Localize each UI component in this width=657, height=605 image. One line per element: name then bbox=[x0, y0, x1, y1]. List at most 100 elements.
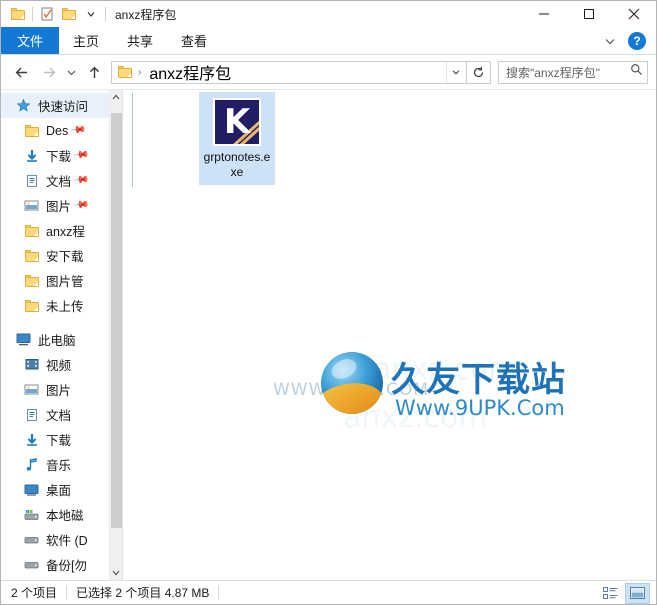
sidebar-item-des[interactable]: Des 📌 bbox=[1, 118, 109, 143]
sidebar-item-label: 图片 bbox=[46, 200, 72, 214]
sidebar-item-anxiazai[interactable]: 安下载 bbox=[1, 243, 109, 268]
sidebar-item-videos[interactable]: 视频 bbox=[1, 352, 109, 377]
folder-icon bbox=[23, 248, 40, 264]
sidebar-item-local-disk[interactable]: 本地磁 bbox=[1, 502, 109, 527]
watermark-ghost-bottom: anxz.com bbox=[343, 400, 488, 435]
recent-locations-chevron-down-icon[interactable] bbox=[61, 59, 81, 85]
title-bar: anxz程序包 bbox=[1, 1, 656, 27]
sidebar-item-drive-d[interactable]: 软件 (D bbox=[1, 527, 109, 552]
sidebar-item-label: 本地磁 bbox=[46, 509, 84, 523]
sidebar-item-drive-backup[interactable]: 备份[勿 bbox=[1, 552, 109, 577]
tab-view[interactable]: 查看 bbox=[167, 27, 221, 54]
sidebar-item-anxz[interactable]: anxz程 bbox=[1, 218, 109, 243]
expand-ribbon-chevron-down-icon[interactable] bbox=[598, 29, 622, 53]
tab-file[interactable]: 文件 bbox=[1, 27, 60, 54]
watermark-faint-text: WWW.9UPK.COM bbox=[273, 380, 429, 400]
close-button[interactable] bbox=[611, 1, 656, 27]
local-disk-icon bbox=[23, 507, 40, 523]
folder-icon[interactable] bbox=[7, 3, 29, 25]
new-folder-icon[interactable] bbox=[58, 3, 80, 25]
watermark-ghost-top: anxz.com bbox=[373, 352, 518, 387]
forward-button[interactable] bbox=[35, 59, 61, 85]
sidebar-item-documents[interactable]: 文档 📌 bbox=[1, 168, 109, 193]
this-pc-icon bbox=[15, 332, 32, 348]
quick-access-toolbar bbox=[7, 3, 109, 25]
sidebar-item-music[interactable]: 音乐 bbox=[1, 452, 109, 477]
up-button[interactable] bbox=[81, 59, 107, 85]
status-bar: 2 个项目 已选择 2 个项目 4.87 MB bbox=[1, 580, 656, 604]
minimize-button[interactable] bbox=[521, 1, 566, 27]
pictures-icon bbox=[23, 382, 40, 398]
file-item-grptonotes[interactable]: K grptonotes.exe bbox=[199, 92, 275, 185]
status-separator-2 bbox=[218, 586, 220, 599]
sidebar-item-pictures-pc[interactable]: 图片 bbox=[1, 377, 109, 402]
status-separator bbox=[66, 586, 68, 599]
navigation-tree: 快速访问 Des 📌 下载 📌 文档 📌 图片 📌 anxz程 安下载 图片管 … bbox=[1, 90, 109, 580]
sidebar-item-label: 此电脑 bbox=[38, 334, 76, 348]
sidebar-item-documents-pc[interactable]: 文档 bbox=[1, 402, 109, 427]
back-button[interactable] bbox=[9, 59, 35, 85]
search-input[interactable]: 搜索"anxz程序包" bbox=[498, 60, 648, 84]
videos-icon bbox=[23, 357, 40, 373]
folder-icon bbox=[118, 66, 132, 78]
breadcrumb-root[interactable] bbox=[118, 66, 132, 78]
maximize-button[interactable] bbox=[566, 1, 611, 27]
breadcrumb-chevron-down-icon[interactable] bbox=[446, 61, 464, 83]
search-placeholder: 搜索"anxz程序包" bbox=[506, 65, 600, 80]
sidebar-item-label: 快速访问 bbox=[38, 100, 89, 114]
drive-icon bbox=[23, 557, 40, 573]
item-count-label: 2 个项目 bbox=[11, 586, 58, 600]
breadcrumb-current-path[interactable]: anxz程序包 bbox=[147, 60, 233, 84]
details-view-button[interactable] bbox=[598, 583, 623, 604]
navigation-pane: 快速访问 Des 📌 下载 📌 文档 📌 图片 📌 anxz程 安下载 图片管 … bbox=[1, 90, 123, 580]
chevron-down-icon[interactable] bbox=[80, 3, 102, 25]
selection-marquee-edge bbox=[132, 93, 133, 187]
sidebar-item-label: Des bbox=[46, 123, 69, 138]
scroll-up-arrow-icon[interactable] bbox=[110, 90, 123, 104]
large-icons-view-button[interactable] bbox=[625, 582, 650, 604]
drive-icon bbox=[23, 532, 40, 548]
site-watermark: anxz.com anxz.com WWW.9UPK.COM 久友下载站 Www… bbox=[273, 338, 603, 443]
pin-icon: 📌 bbox=[72, 197, 90, 214]
watermark-globe-logo bbox=[321, 352, 383, 414]
sidebar-item-this-pc[interactable]: 此电脑 bbox=[1, 327, 109, 352]
documents-icon bbox=[23, 407, 40, 423]
scrollbar-thumb[interactable] bbox=[110, 113, 122, 528]
properties-icon[interactable] bbox=[36, 3, 58, 25]
breadcrumb[interactable]: › anxz程序包 bbox=[111, 60, 467, 84]
sidebar-item-downloads[interactable]: 下载 📌 bbox=[1, 143, 109, 168]
qat-separator-1 bbox=[32, 7, 33, 21]
breadcrumb-separator: › bbox=[138, 66, 142, 78]
sidebar-item-label: 音乐 bbox=[46, 459, 72, 473]
refresh-icon[interactable] bbox=[467, 60, 491, 84]
folder-icon bbox=[23, 123, 40, 139]
folder-icon bbox=[23, 273, 40, 289]
sidebar-item-label: 软件 (D bbox=[46, 534, 88, 548]
sidebar-scrollbar[interactable] bbox=[109, 90, 122, 580]
address-bar: › anxz程序包 搜索"anxz程序包" bbox=[1, 55, 656, 89]
sidebar-item-downloads-pc[interactable]: 下载 bbox=[1, 427, 109, 452]
tab-share[interactable]: 共享 bbox=[113, 27, 167, 54]
sidebar-item-tupianguan[interactable]: 图片管 bbox=[1, 268, 109, 293]
sidebar-item-label: 图片管 bbox=[46, 275, 84, 289]
sidebar-item-quick-access[interactable]: 快速访问 bbox=[1, 93, 109, 118]
sidebar-item-label: anxz程 bbox=[46, 225, 85, 239]
explorer-body: 快速访问 Des 📌 下载 📌 文档 📌 图片 📌 anxz程 安下载 图片管 … bbox=[1, 89, 656, 580]
sidebar-item-label: 安下载 bbox=[46, 250, 84, 264]
scroll-down-arrow-icon[interactable] bbox=[110, 566, 123, 580]
icon-letter: K bbox=[223, 102, 251, 142]
file-name-label: grptonotes.exe bbox=[203, 150, 271, 179]
sidebar-item-label: 备份[勿 bbox=[46, 559, 87, 573]
tab-home[interactable]: 主页 bbox=[59, 27, 113, 54]
file-explorer-window: anxz程序包 文件 主页 共享 查看 ? › anxz程序包 搜索"anxz程… bbox=[0, 0, 657, 605]
desktop-icon bbox=[23, 482, 40, 498]
file-list-pane[interactable]: K grptonotes.exe anxz.com anxz.com WWW.9… bbox=[123, 90, 656, 580]
sidebar-item-desktop[interactable]: 桌面 bbox=[1, 477, 109, 502]
window-title: anxz程序包 bbox=[115, 7, 177, 22]
sidebar-item-label: 文档 bbox=[46, 409, 72, 423]
sidebar-item-weishangchuan[interactable]: 未上传 bbox=[1, 293, 109, 318]
folder-icon bbox=[23, 223, 40, 239]
sidebar-item-pictures[interactable]: 图片 📌 bbox=[1, 193, 109, 218]
search-icon[interactable] bbox=[630, 63, 643, 81]
help-icon[interactable]: ? bbox=[628, 32, 646, 50]
